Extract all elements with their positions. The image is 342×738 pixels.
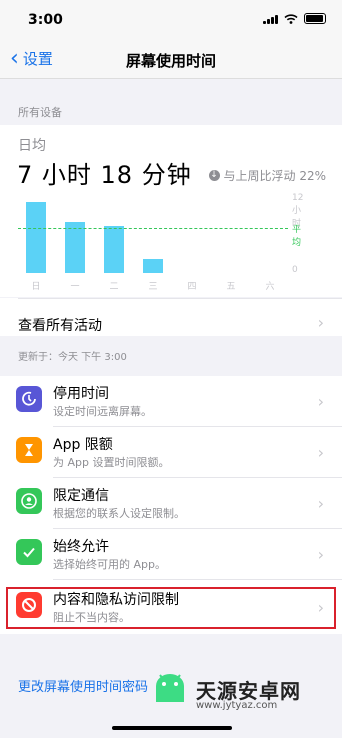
- setting-row-communication-limits[interactable]: 限定通信 根据您的联系人设定限制。 ›: [0, 478, 342, 529]
- chart-day-label: 二: [109, 282, 119, 292]
- chart-day-label: 一: [70, 282, 80, 292]
- chart-y-zero-label: 0: [292, 265, 298, 275]
- downtime-icon: [16, 386, 42, 412]
- hourglass-icon: [16, 437, 42, 463]
- show-all-activity-label: 查看所有活动: [18, 318, 102, 334]
- status-icons: [263, 13, 326, 24]
- setting-row-downtime[interactable]: 停用时间 设定时间远离屏幕。 ›: [0, 376, 342, 427]
- watermark: 天源安卓网 www.jytyaz.com: [150, 672, 301, 711]
- chart-bar: [104, 226, 124, 273]
- setting-title: 限定通信: [53, 488, 109, 504]
- setting-subtitle: 选择始终可用的 App。: [53, 558, 166, 571]
- nav-bar: ‹ 设置 屏幕使用时间: [0, 40, 342, 79]
- weekly-compare: ↓ 与上周比浮动 22%: [208, 167, 327, 184]
- compare-text: 与上周比浮动 22%: [223, 169, 327, 183]
- status-bar: 3:00: [0, 0, 342, 40]
- chart-average-line: [18, 227, 288, 229]
- settings-list: 停用时间 设定时间远离屏幕。 › App 限额 为 App 设置时间限额。 › …: [0, 376, 342, 634]
- chevron-right-icon: ›: [317, 443, 324, 462]
- daily-average-label: 日均: [18, 138, 46, 154]
- setting-subtitle: 设定时间远离屏幕。: [53, 405, 152, 418]
- setting-title: 始终允许: [53, 539, 109, 555]
- devices-header: 所有设备: [18, 106, 62, 119]
- arrow-down-circle-icon: ↓: [208, 170, 220, 181]
- chevron-right-icon: ›: [317, 313, 324, 332]
- chart-y-max-label: 12 小时: [292, 193, 304, 229]
- chart-bar: [143, 259, 163, 273]
- chart-day-label: 四: [187, 282, 197, 292]
- chevron-right-icon: ›: [317, 494, 324, 513]
- chart-bar: [26, 202, 46, 273]
- android-logo-icon: [156, 674, 184, 702]
- setting-subtitle: 为 App 设置时间限额。: [53, 456, 170, 469]
- setting-row-always-allowed[interactable]: 始终允许 选择始终可用的 App。 ›: [0, 529, 342, 580]
- highlight-box: [6, 587, 336, 629]
- contact-icon: [16, 488, 42, 514]
- signal-icon: [263, 14, 278, 24]
- setting-row-app-limits[interactable]: App 限额 为 App 设置时间限额。 ›: [0, 427, 342, 478]
- setting-subtitle: 根据您的联系人设定限制。: [53, 507, 185, 520]
- show-all-activity-row[interactable]: 查看所有活动 ›: [0, 298, 342, 336]
- chart-bar: [65, 221, 85, 273]
- change-passcode-link[interactable]: 更改屏幕使用时间密码: [18, 676, 148, 695]
- chevron-right-icon: ›: [317, 392, 324, 411]
- page-title: 屏幕使用时间: [125, 52, 216, 70]
- wifi-icon: [284, 13, 298, 24]
- usage-summary-card[interactable]: 日均 7 小时 18 分钟 ↓ 与上周比浮动 22% 日一二三四五六平均 12 小…: [0, 125, 342, 297]
- chart-day-label: 三: [148, 282, 158, 292]
- chart-day-label: 五: [226, 282, 236, 292]
- checkmark-icon: [16, 539, 42, 565]
- chart-day-label: 日: [31, 282, 41, 292]
- watermark-url: www.jytyaz.com: [196, 700, 278, 711]
- home-indicator: [112, 726, 232, 730]
- daily-average-value: 7 小时 18 分钟: [17, 161, 192, 189]
- setting-title: App 限额: [53, 437, 113, 453]
- chart-day-label: 六: [265, 282, 275, 292]
- chevron-right-icon: ›: [317, 545, 324, 564]
- battery-icon: [304, 13, 326, 24]
- status-time: 3:00: [28, 12, 63, 28]
- setting-title: 停用时间: [53, 386, 109, 402]
- updated-text: 更新于：今天 下午 3:00: [18, 352, 127, 363]
